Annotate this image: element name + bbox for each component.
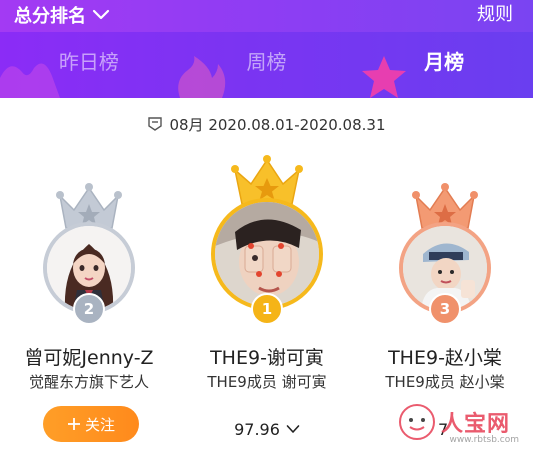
artist-name: 曾可妮Jenny-Z xyxy=(24,347,154,369)
chevron-down-icon xyxy=(92,9,110,20)
follow-button[interactable]: 关注 xyxy=(43,406,139,442)
rules-link[interactable]: 规则 xyxy=(477,2,513,28)
watermark-logo-icon xyxy=(399,404,435,440)
plus-icon xyxy=(67,418,80,430)
rank-badge: 1 xyxy=(251,293,283,325)
artist-subtitle: THE9成员 谢可寅 xyxy=(207,373,327,391)
artist-subtitle: 觉醒东方旗下艺人 xyxy=(28,373,149,391)
watermark-url: www.rbtsb.com xyxy=(449,435,519,445)
ranking-type-dropdown[interactable]: 总分排名 xyxy=(14,2,110,28)
avatar-photo-icon xyxy=(215,202,319,306)
period-tabs: 昨日榜 周榜 月榜 xyxy=(0,40,533,84)
ranking-type-label: 总分排名 xyxy=(14,6,86,27)
tab-yesterday[interactable]: 昨日榜 xyxy=(0,40,178,84)
tab-monthly[interactable]: 月榜 xyxy=(355,40,533,84)
avatar-wrap: 2 xyxy=(39,150,139,325)
avatar-wrap: 1 xyxy=(211,150,323,325)
rank-badge: 3 xyxy=(429,293,461,325)
date-range-text: 08月 2020.08.01-2020.08.31 xyxy=(169,115,386,134)
score-toggle[interactable]: 97.96 xyxy=(178,417,356,441)
chevron-down-icon xyxy=(286,425,300,433)
calendar-tag-icon xyxy=(148,117,163,131)
site-watermark: 人宝网 www.rbtsb.com xyxy=(397,397,527,447)
watermark-text: 人宝网 xyxy=(441,412,511,437)
follow-label: 关注 xyxy=(84,415,115,434)
podium-rank-2[interactable]: 2 曾可妮Jenny-Z 觉醒东方旗下艺人 关注 xyxy=(0,150,178,451)
artist-name: THE9-赵小棠 xyxy=(388,347,502,369)
tab-weekly[interactable]: 周榜 xyxy=(178,40,356,84)
score-value: 97.96 xyxy=(234,419,280,439)
avatar-wrap: 3 xyxy=(395,150,495,325)
rank-badge: 2 xyxy=(73,293,105,325)
artist-name: THE9-谢可寅 xyxy=(210,347,324,369)
podium-rank-1[interactable]: 1 THE9-谢可寅 THE9成员 谢可寅 97.96 xyxy=(178,150,356,451)
date-range: 08月 2020.08.01-2020.08.31 xyxy=(0,112,533,136)
artist-subtitle: THE9成员 赵小棠 xyxy=(385,373,505,391)
header-bar: 总分排名 规则 昨日榜 周榜 月榜 xyxy=(0,0,533,98)
